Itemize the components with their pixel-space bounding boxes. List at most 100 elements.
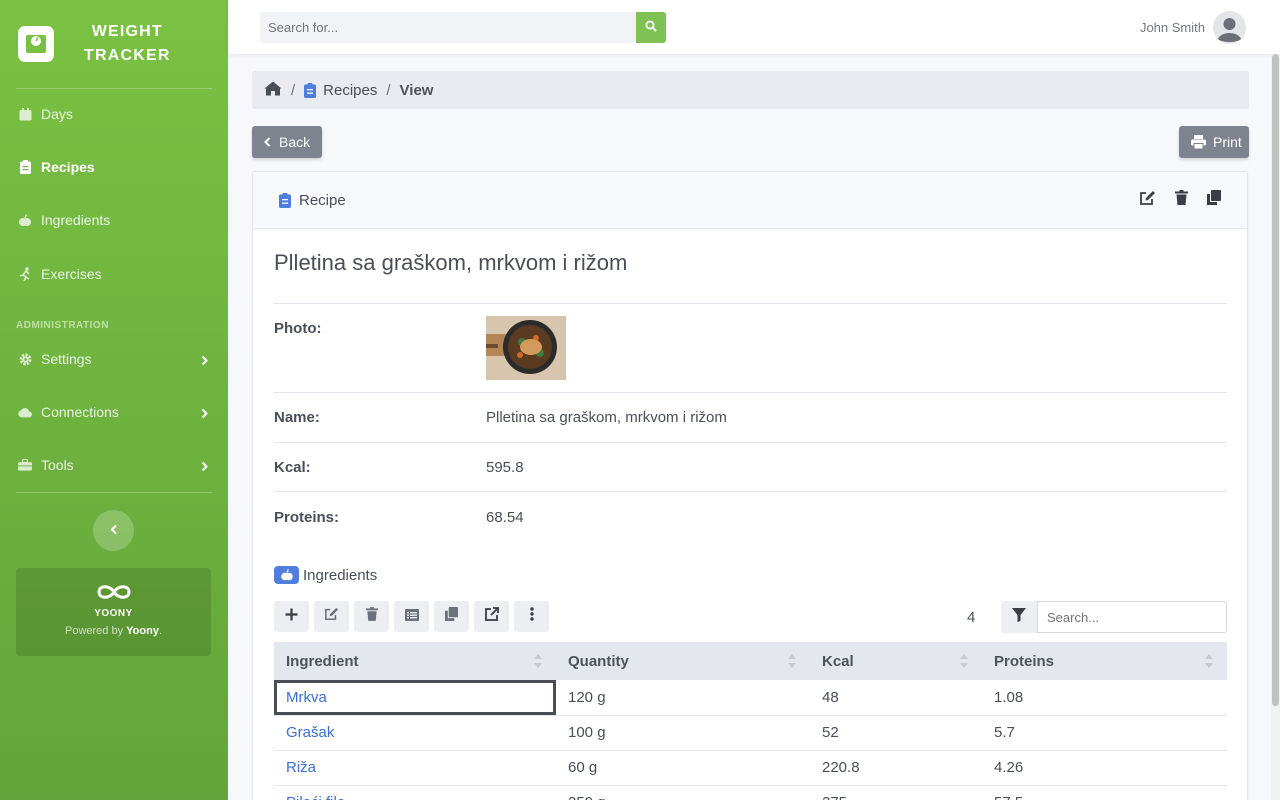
proteins-cell: 5.7 bbox=[982, 715, 1227, 751]
chevron-right-icon bbox=[201, 406, 208, 422]
column-header-kcal[interactable]: Kcal bbox=[810, 642, 982, 680]
detail-row-proteins: Proteins: 68.54 bbox=[274, 491, 1227, 541]
gear-icon bbox=[18, 352, 32, 366]
trash-icon bbox=[365, 607, 378, 626]
card-header: Recipe bbox=[253, 172, 1247, 229]
edit-icon bbox=[324, 607, 339, 626]
sidebar-item-label: Ingredients bbox=[41, 212, 111, 228]
ingredients-heading-label: Ingredients bbox=[303, 566, 378, 584]
sidebar-divider bbox=[16, 492, 212, 493]
table-row[interactable]: Riža 60 g 220.8 4.26 bbox=[274, 750, 1227, 786]
delete-button[interactable] bbox=[354, 601, 389, 632]
sidebar-item-label: Settings bbox=[41, 351, 92, 367]
sidebar-toggle-button[interactable] bbox=[93, 510, 134, 551]
print-button[interactable]: Print bbox=[1179, 126, 1249, 158]
breadcrumb-home[interactable] bbox=[264, 81, 282, 100]
breadcrumb: / Recipes / View bbox=[252, 71, 1249, 109]
avatar[interactable] bbox=[1213, 11, 1246, 44]
user-menu[interactable]: John Smith bbox=[1140, 11, 1246, 44]
sidebar-item-label: Exercises bbox=[41, 266, 102, 282]
chevron-left-icon bbox=[110, 522, 118, 540]
list-view-button[interactable] bbox=[394, 601, 429, 632]
edit-icon[interactable] bbox=[1139, 190, 1156, 210]
sidebar-item-connections[interactable]: Connections bbox=[0, 392, 228, 432]
ingredient-link[interactable]: Grašak bbox=[274, 715, 556, 751]
toolbox-icon bbox=[18, 458, 32, 472]
table-search-input[interactable] bbox=[1037, 601, 1227, 633]
clipboard-icon bbox=[304, 82, 317, 98]
sidebar-item-settings[interactable]: Settings bbox=[0, 339, 228, 379]
powered-by-link[interactable]: Yoony bbox=[126, 625, 159, 637]
recipe-photo[interactable] bbox=[486, 316, 566, 380]
sidebar-item-exercises[interactable]: Exercises bbox=[0, 254, 228, 294]
edit-button[interactable] bbox=[314, 601, 349, 632]
copy-button[interactable] bbox=[434, 601, 469, 632]
table-row[interactable]: Pileći file 250 g 275 57.5 bbox=[274, 785, 1227, 800]
sidebar-item-tools[interactable]: Tools bbox=[0, 445, 228, 485]
sidebar-item-days[interactable]: Days bbox=[0, 94, 228, 134]
ingredient-link[interactable]: Riža bbox=[274, 750, 556, 786]
card-actions bbox=[1139, 190, 1221, 210]
powered-by-text: Powered by Yoony. bbox=[64, 625, 162, 637]
column-header-ingredient[interactable]: Ingredient bbox=[274, 642, 556, 680]
user-name: John Smith bbox=[1139, 20, 1205, 35]
name-value: Plletina sa graškom, mrkvom i rižom bbox=[486, 409, 727, 426]
sidebar-heading-administration: ADMINISTRATION bbox=[16, 320, 109, 331]
ingredient-link[interactable]: Mrkva bbox=[274, 680, 556, 716]
breadcrumb-separator: / bbox=[291, 81, 296, 99]
ingredients-heading: Ingredients bbox=[274, 566, 377, 584]
record-count: 4 bbox=[967, 609, 976, 626]
page-scrollbar[interactable] bbox=[1271, 54, 1280, 800]
powered-by-card: YOONY Powered by Yoony. bbox=[16, 568, 211, 656]
sidebar-item-ingredients[interactable]: Ingredients bbox=[0, 200, 228, 240]
list-icon bbox=[404, 608, 419, 626]
brand[interactable]: WEIGHT TRACKER bbox=[0, 0, 228, 88]
filter-button[interactable] bbox=[1001, 601, 1037, 633]
search-input[interactable] bbox=[260, 12, 636, 43]
table-row[interactable]: Grašak 100 g 52 5.7 bbox=[274, 715, 1227, 751]
sort-icon bbox=[960, 654, 968, 672]
sidebar-divider bbox=[16, 88, 212, 89]
proteins-cell: 4.26 bbox=[982, 750, 1227, 786]
clipboard-icon bbox=[18, 160, 32, 174]
quantity-cell: 120 g bbox=[556, 680, 810, 716]
kcal-label: Kcal: bbox=[274, 459, 311, 476]
copy-icon[interactable] bbox=[1207, 190, 1221, 210]
search-button[interactable] bbox=[636, 12, 666, 43]
kcal-cell: 220.8 bbox=[810, 750, 982, 786]
sidebar-item-label: Days bbox=[41, 106, 73, 122]
open-external-button[interactable] bbox=[474, 601, 509, 632]
detail-row-kcal: Kcal: 595.8 bbox=[274, 442, 1227, 492]
table-row[interactable]: Mrkva 120 g 48 1.08 bbox=[274, 680, 1227, 716]
scrollbar-thumb[interactable] bbox=[1272, 54, 1279, 706]
sidebar-item-label: Recipes bbox=[41, 159, 95, 175]
sort-icon bbox=[788, 654, 796, 672]
ingredients-toolbar bbox=[274, 601, 549, 632]
sort-icon bbox=[1205, 654, 1213, 672]
column-header-quantity[interactable]: Quantity bbox=[556, 642, 810, 680]
clipboard-icon bbox=[279, 192, 291, 208]
breadcrumb-recipes[interactable]: Recipes bbox=[304, 82, 377, 99]
copy-icon bbox=[445, 607, 458, 626]
sidebar-item-label: Connections bbox=[41, 404, 119, 420]
chevron-right-icon bbox=[201, 459, 208, 475]
apple-icon bbox=[274, 566, 299, 584]
kcal-value: 595.8 bbox=[486, 459, 524, 476]
name-label: Name: bbox=[274, 409, 320, 426]
print-icon bbox=[1191, 135, 1206, 149]
quantity-cell: 60 g bbox=[556, 750, 810, 786]
breadcrumb-separator: / bbox=[386, 81, 391, 99]
back-label: Back bbox=[279, 134, 311, 150]
trash-icon[interactable] bbox=[1175, 190, 1188, 210]
kcal-cell: 48 bbox=[810, 680, 982, 716]
add-button[interactable] bbox=[274, 601, 309, 632]
back-button[interactable]: Back bbox=[252, 126, 322, 158]
table-header-row: Ingredient Quantity Kcal Proteins bbox=[274, 642, 1227, 680]
app-title: WEIGHT TRACKER bbox=[84, 23, 171, 64]
sidebar-item-recipes[interactable]: Recipes bbox=[0, 147, 228, 187]
more-options-button[interactable] bbox=[514, 601, 549, 632]
ingredient-link[interactable]: Pileći file bbox=[274, 785, 556, 800]
proteins-cell: 1.08 bbox=[982, 680, 1227, 716]
breadcrumb-recipes-label: Recipes bbox=[323, 81, 378, 99]
column-header-proteins[interactable]: Proteins bbox=[982, 642, 1227, 680]
